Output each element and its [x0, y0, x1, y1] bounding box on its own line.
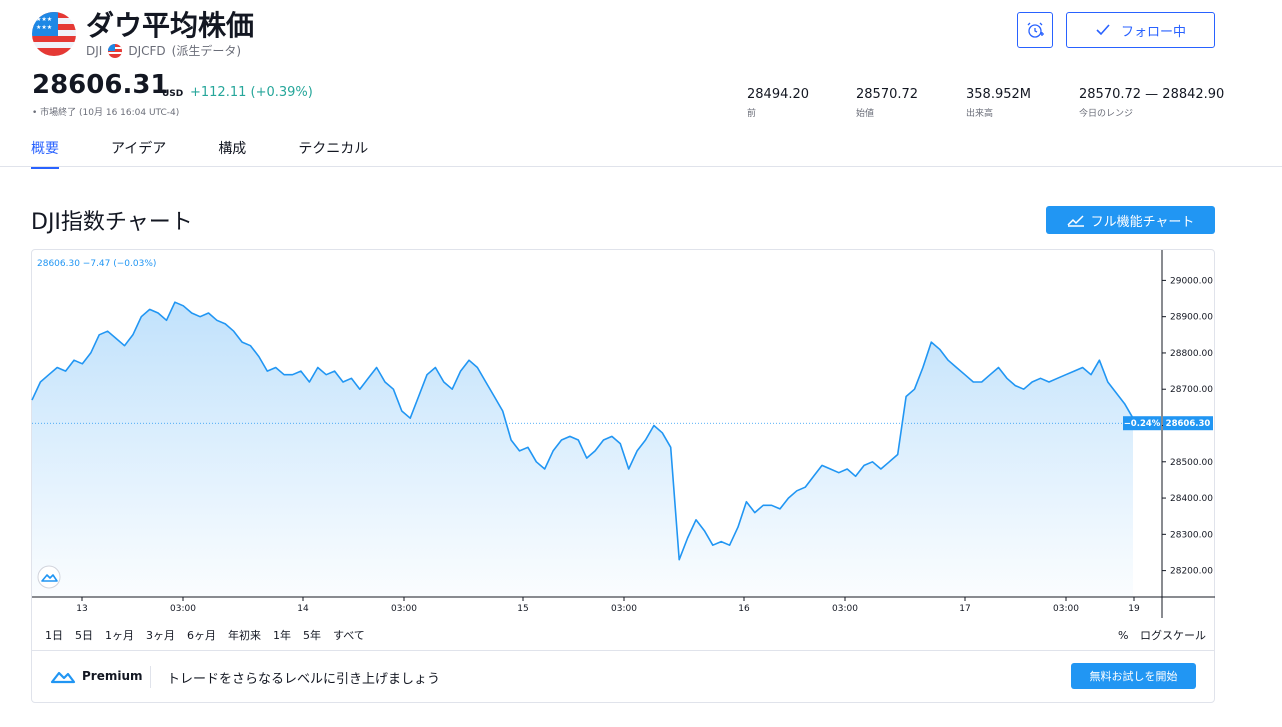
x-tick-label: 14 — [297, 604, 309, 614]
range-1d[interactable]: 1日 — [45, 627, 63, 643]
promo-divider — [31, 650, 1215, 651]
x-tick-label: 03:00 — [170, 604, 196, 614]
range-3m[interactable]: 3ヶ月 — [146, 627, 175, 643]
x-tick-label: 03:00 — [1053, 604, 1079, 614]
x-tick-label: 03:00 — [391, 604, 417, 614]
range-all[interactable]: すべて — [333, 627, 365, 643]
promo-text: トレードをさらなるレベルに引き上げましょう — [167, 672, 441, 687]
premium-badge: Premium — [50, 668, 143, 684]
log-scale-toggle[interactable]: ログスケール — [1140, 629, 1206, 642]
percent-toggle[interactable]: % — [1118, 629, 1128, 642]
y-tick-label: 28700.00 — [1170, 385, 1213, 395]
y-tick-label: 28500.00 — [1170, 458, 1213, 468]
range-5d[interactable]: 5日 — [75, 627, 93, 643]
range-ytd[interactable]: 年初来 — [228, 627, 261, 643]
tradingview-cloud-icon — [50, 671, 76, 684]
x-tick-label: 15 — [517, 604, 528, 614]
start-trial-button[interactable]: 無料お試しを開始 — [1071, 663, 1196, 689]
last-value-label: 28606.30 — [1166, 419, 1211, 429]
premium-label: Premium — [82, 669, 143, 683]
y-tick-label: 28300.00 — [1170, 530, 1213, 540]
x-tick-label: 17 — [959, 604, 970, 614]
price-chart[interactable]: 29000.0028900.0028800.0028700.0028600.00… — [0, 0, 1282, 727]
y-tick-label: 28200.00 — [1170, 567, 1213, 577]
chart-legend: 28606.30 −7.47 (−0.03%) — [37, 259, 157, 269]
range-5y[interactable]: 5年 — [303, 627, 321, 643]
y-tick-label: 28400.00 — [1170, 494, 1213, 504]
y-tick-label: 28800.00 — [1170, 349, 1213, 359]
x-tick-label: 16 — [738, 604, 750, 614]
x-tick-label: 03:00 — [832, 604, 858, 614]
range-1m[interactable]: 1ヶ月 — [105, 627, 134, 643]
x-tick-label: 13 — [76, 604, 87, 614]
promo-separator — [150, 666, 151, 688]
range-1y[interactable]: 1年 — [273, 627, 291, 643]
last-change-label: −0.24% — [1124, 419, 1161, 429]
x-tick-label: 03:00 — [611, 604, 637, 614]
y-tick-label: 28900.00 — [1170, 313, 1213, 323]
y-tick-label: 29000.00 — [1170, 276, 1213, 286]
x-tick-label: 19 — [1128, 604, 1140, 614]
range-6m[interactable]: 6ヶ月 — [187, 627, 216, 643]
scale-options: % ログスケール — [1118, 627, 1206, 643]
range-selector: 1日 5日 1ヶ月 3ヶ月 6ヶ月 年初来 1年 5年 すべて — [45, 627, 377, 643]
